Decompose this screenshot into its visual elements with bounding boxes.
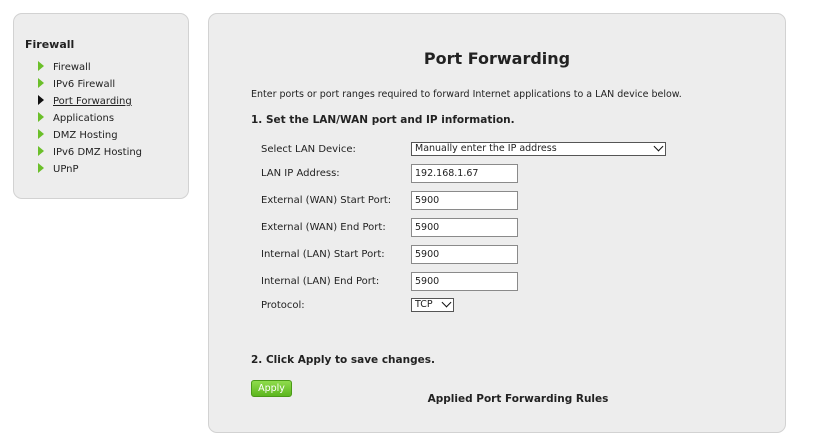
arrow-right-icon	[38, 95, 44, 105]
page-title: Port Forwarding	[423, 49, 571, 68]
arrow-right-icon	[38, 163, 44, 173]
sidebar-item-label: UPnP	[53, 164, 79, 175]
sidebar-item-ipv6-dmz-hosting[interactable]: IPv6 DMZ Hosting	[37, 144, 142, 161]
sidebar-item-label: Firewall	[53, 62, 91, 73]
sidebar-item-port-forwarding[interactable]: Port Forwarding	[37, 93, 142, 110]
int-end-port-input[interactable]	[411, 272, 518, 291]
sidebar-item-applications[interactable]: Applications	[37, 110, 142, 127]
arrow-right-icon	[38, 78, 44, 88]
applied-rules-heading: Applied Port Forwarding Rules	[427, 393, 609, 405]
step2-heading: 2. Click Apply to save changes.	[251, 354, 435, 366]
step1-heading: 1. Set the LAN/WAN port and IP informati…	[251, 114, 515, 126]
chevron-down-icon	[441, 297, 452, 308]
sidebar-item-upnp[interactable]: UPnP	[37, 161, 142, 178]
lan-device-select-value: Manually enter the IP address	[415, 143, 557, 154]
ext-end-port-label: External (WAN) End Port:	[261, 222, 386, 233]
protocol-select-value: TCP	[415, 299, 433, 310]
sidebar-item-label: Port Forwarding	[53, 96, 132, 107]
protocol-label: Protocol:	[261, 300, 305, 311]
arrow-right-icon	[38, 112, 44, 122]
sidebar-item-dmz-hosting[interactable]: DMZ Hosting	[37, 127, 142, 144]
lan-device-select[interactable]: Manually enter the IP address	[411, 141, 666, 156]
int-start-port-input[interactable]	[411, 245, 518, 264]
sidebar-item-ipv6-firewall[interactable]: IPv6 Firewall	[37, 76, 142, 93]
sidebar-item-label: IPv6 Firewall	[53, 79, 116, 90]
int-start-port-label: Internal (LAN) Start Port:	[261, 249, 385, 260]
sidebar-item-label: Applications	[53, 113, 115, 124]
protocol-select[interactable]: TCP	[411, 297, 454, 312]
lan-ip-input[interactable]	[411, 164, 518, 183]
sidebar-nav: Firewall IPv6 Firewall Port Forwarding A…	[37, 59, 142, 178]
ext-start-port-input[interactable]	[411, 191, 518, 210]
sidebar-item-firewall[interactable]: Firewall	[37, 59, 142, 76]
ext-end-port-input[interactable]	[411, 218, 518, 237]
arrow-right-icon	[38, 129, 44, 139]
arrow-right-icon	[38, 146, 44, 156]
int-end-port-label: Internal (LAN) End Port:	[261, 276, 380, 287]
sidebar-item-label: DMZ Hosting	[53, 130, 118, 141]
intro-text: Enter ports or port ranges required to f…	[251, 89, 682, 100]
sidebar-item-label: IPv6 DMZ Hosting	[53, 147, 143, 158]
select-lan-device-label: Select LAN Device:	[261, 144, 356, 155]
ext-start-port-label: External (WAN) Start Port:	[261, 195, 392, 206]
sidebar-title: Firewall	[25, 38, 75, 51]
arrow-right-icon	[38, 61, 44, 71]
chevron-down-icon	[653, 141, 664, 152]
lan-ip-label: LAN IP Address:	[261, 168, 340, 179]
